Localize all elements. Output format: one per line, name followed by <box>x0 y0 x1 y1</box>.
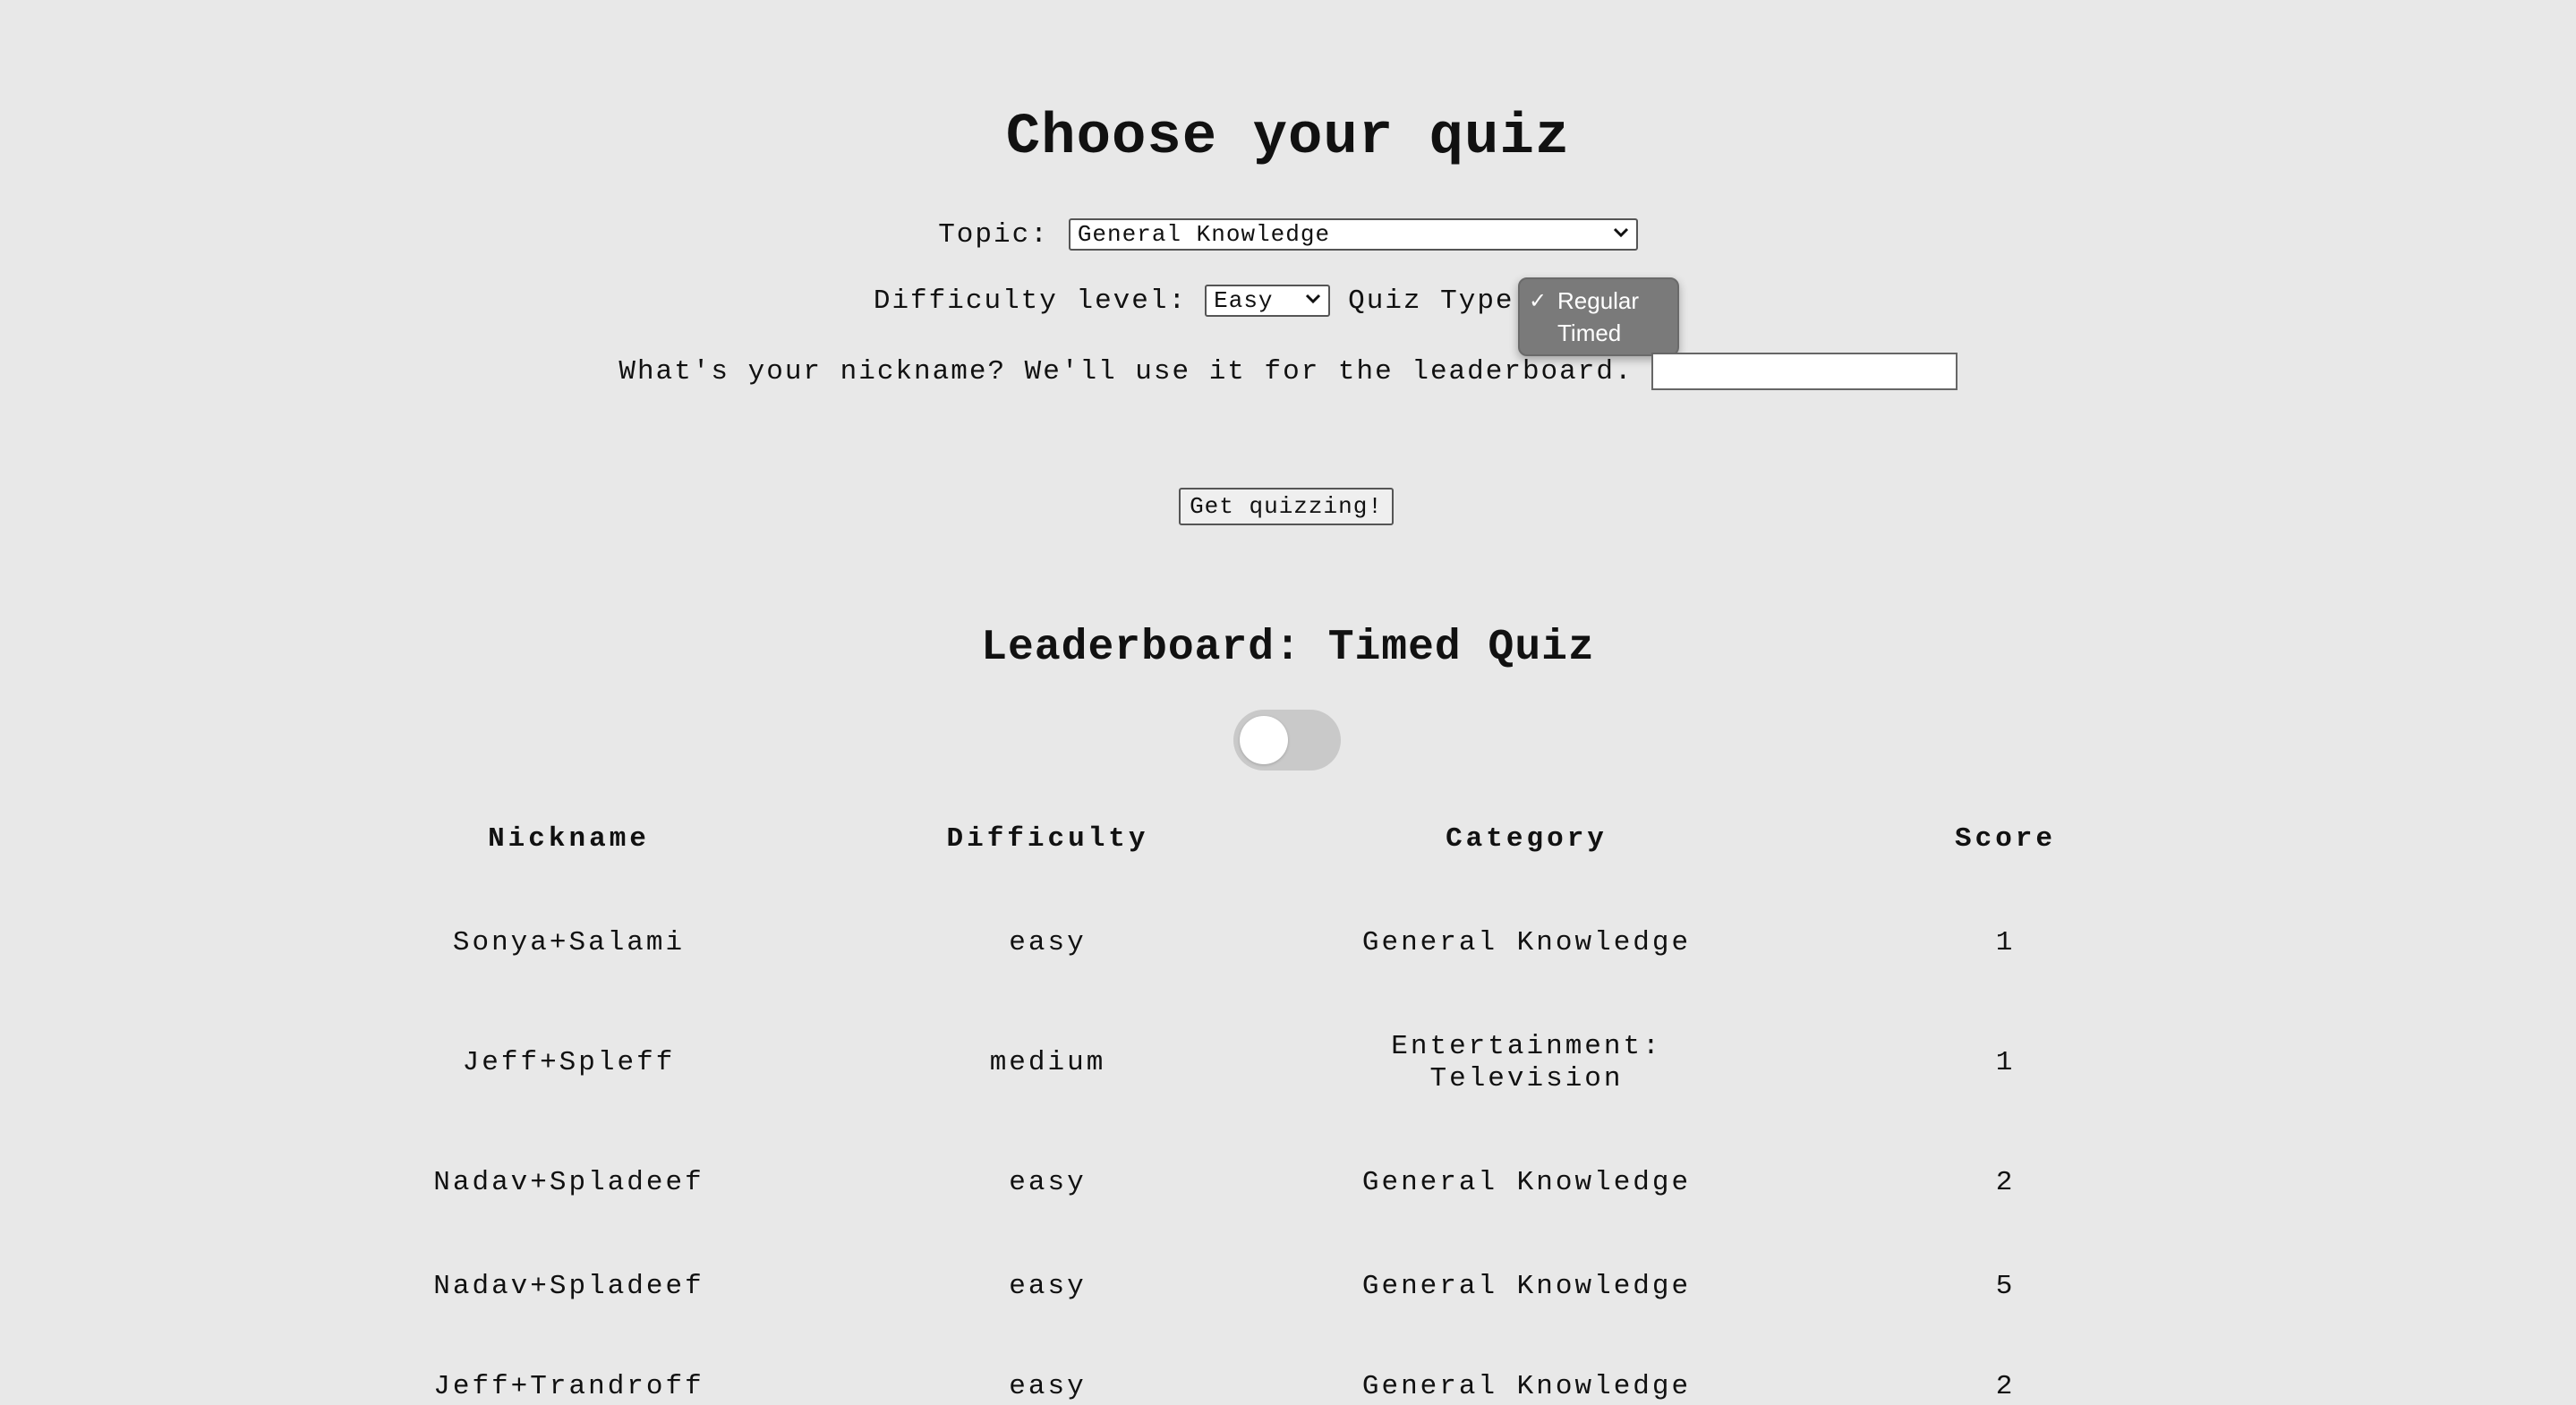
cell-difficulty: easy <box>1009 927 1087 958</box>
quiz-type-option-timed[interactable]: Timed <box>1520 317 1677 349</box>
table-row: Nadav+Spladeef easy General Knowledge 2 <box>329 1167 2245 1199</box>
quiz-page: Choose your quiz Topic: General Knowledg… <box>0 0 2576 1405</box>
quiz-type-option-regular[interactable]: ✓ Regular <box>1520 285 1677 317</box>
cell-nickname: Jeff+Trandroff <box>433 1371 704 1402</box>
table-row: Jeff+Trandroff easy General Knowledge 2 <box>329 1371 2245 1403</box>
difficulty-row: Difficulty level: Easy Quiz Type: <box>0 285 2576 317</box>
cell-nickname: Nadav+Spladeef <box>433 1167 704 1198</box>
table-row: Sonya+Salami easy General Knowledge 1 <box>329 927 2245 959</box>
leaderboard-toggle[interactable] <box>1233 710 1341 771</box>
difficulty-selected-value: Easy <box>1214 287 1274 314</box>
table-row: Jeff+Spleff medium Entertainment: Televi… <box>329 1031 2245 1095</box>
cell-difficulty: easy <box>1009 1371 1087 1402</box>
cell-nickname: Jeff+Spleff <box>462 1047 676 1078</box>
header-difficulty: Difficulty <box>946 823 1149 855</box>
difficulty-label: Difficulty level: <box>873 285 1188 317</box>
cell-score: 1 <box>1995 1047 2016 1078</box>
table-header-row: Nickname Difficulty Category Score <box>329 823 2245 856</box>
cell-difficulty: easy <box>1009 1271 1087 1302</box>
difficulty-select[interactable]: Easy <box>1205 285 1331 317</box>
chevron-down-icon <box>1613 226 1629 243</box>
checkmark-icon: ✓ <box>1529 288 1548 313</box>
cell-score: 5 <box>1995 1271 2016 1302</box>
toggle-knob <box>1240 716 1288 764</box>
nickname-label: What's your nickname? We'll use it for t… <box>618 355 1633 387</box>
leaderboard-title: Leaderboard: Timed Quiz <box>981 624 1595 672</box>
cell-difficulty: medium <box>989 1047 1106 1078</box>
cell-category: General Knowledge <box>1361 1271 1692 1302</box>
cell-category: General Knowledge <box>1361 1167 1692 1198</box>
header-category: Category <box>1446 823 1608 855</box>
table-row: Nadav+Spladeef easy General Knowledge 5 <box>329 1271 2245 1303</box>
cell-nickname: Nadav+Spladeef <box>433 1271 704 1302</box>
topic-selected-value: General Knowledge <box>1077 221 1331 248</box>
cell-score: 2 <box>1995 1167 2016 1198</box>
cell-score: 1 <box>1995 927 2016 958</box>
header-score: Score <box>1954 823 2056 855</box>
quiz-type-dropdown[interactable]: ✓ Regular Timed <box>1518 277 1679 356</box>
cell-category: General Knowledge <box>1361 1371 1692 1402</box>
cell-difficulty: easy <box>1009 1167 1087 1198</box>
get-quizzing-button[interactable]: Get quizzing! <box>1179 488 1394 525</box>
cell-category: General Knowledge <box>1361 927 1692 958</box>
nickname-input[interactable] <box>1651 353 1958 390</box>
header-nickname: Nickname <box>488 823 650 855</box>
cell-score: 2 <box>1995 1371 2016 1402</box>
option-label: Timed <box>1557 319 1622 346</box>
page-title: Choose your quiz <box>1005 106 1571 170</box>
cell-category: Entertainment: Television <box>1391 1031 1662 1094</box>
topic-label: Topic: <box>938 218 1049 251</box>
cell-nickname: Sonya+Salami <box>452 927 686 958</box>
topic-row: Topic: General Knowledge <box>0 218 2576 251</box>
chevron-down-icon <box>1305 292 1321 310</box>
nickname-row: What's your nickname? We'll use it for t… <box>0 353 2576 390</box>
quiz-type-label: Quiz Type: <box>1348 285 1533 317</box>
option-label: Regular <box>1557 286 1640 314</box>
topic-select[interactable]: General Knowledge <box>1068 218 1638 251</box>
